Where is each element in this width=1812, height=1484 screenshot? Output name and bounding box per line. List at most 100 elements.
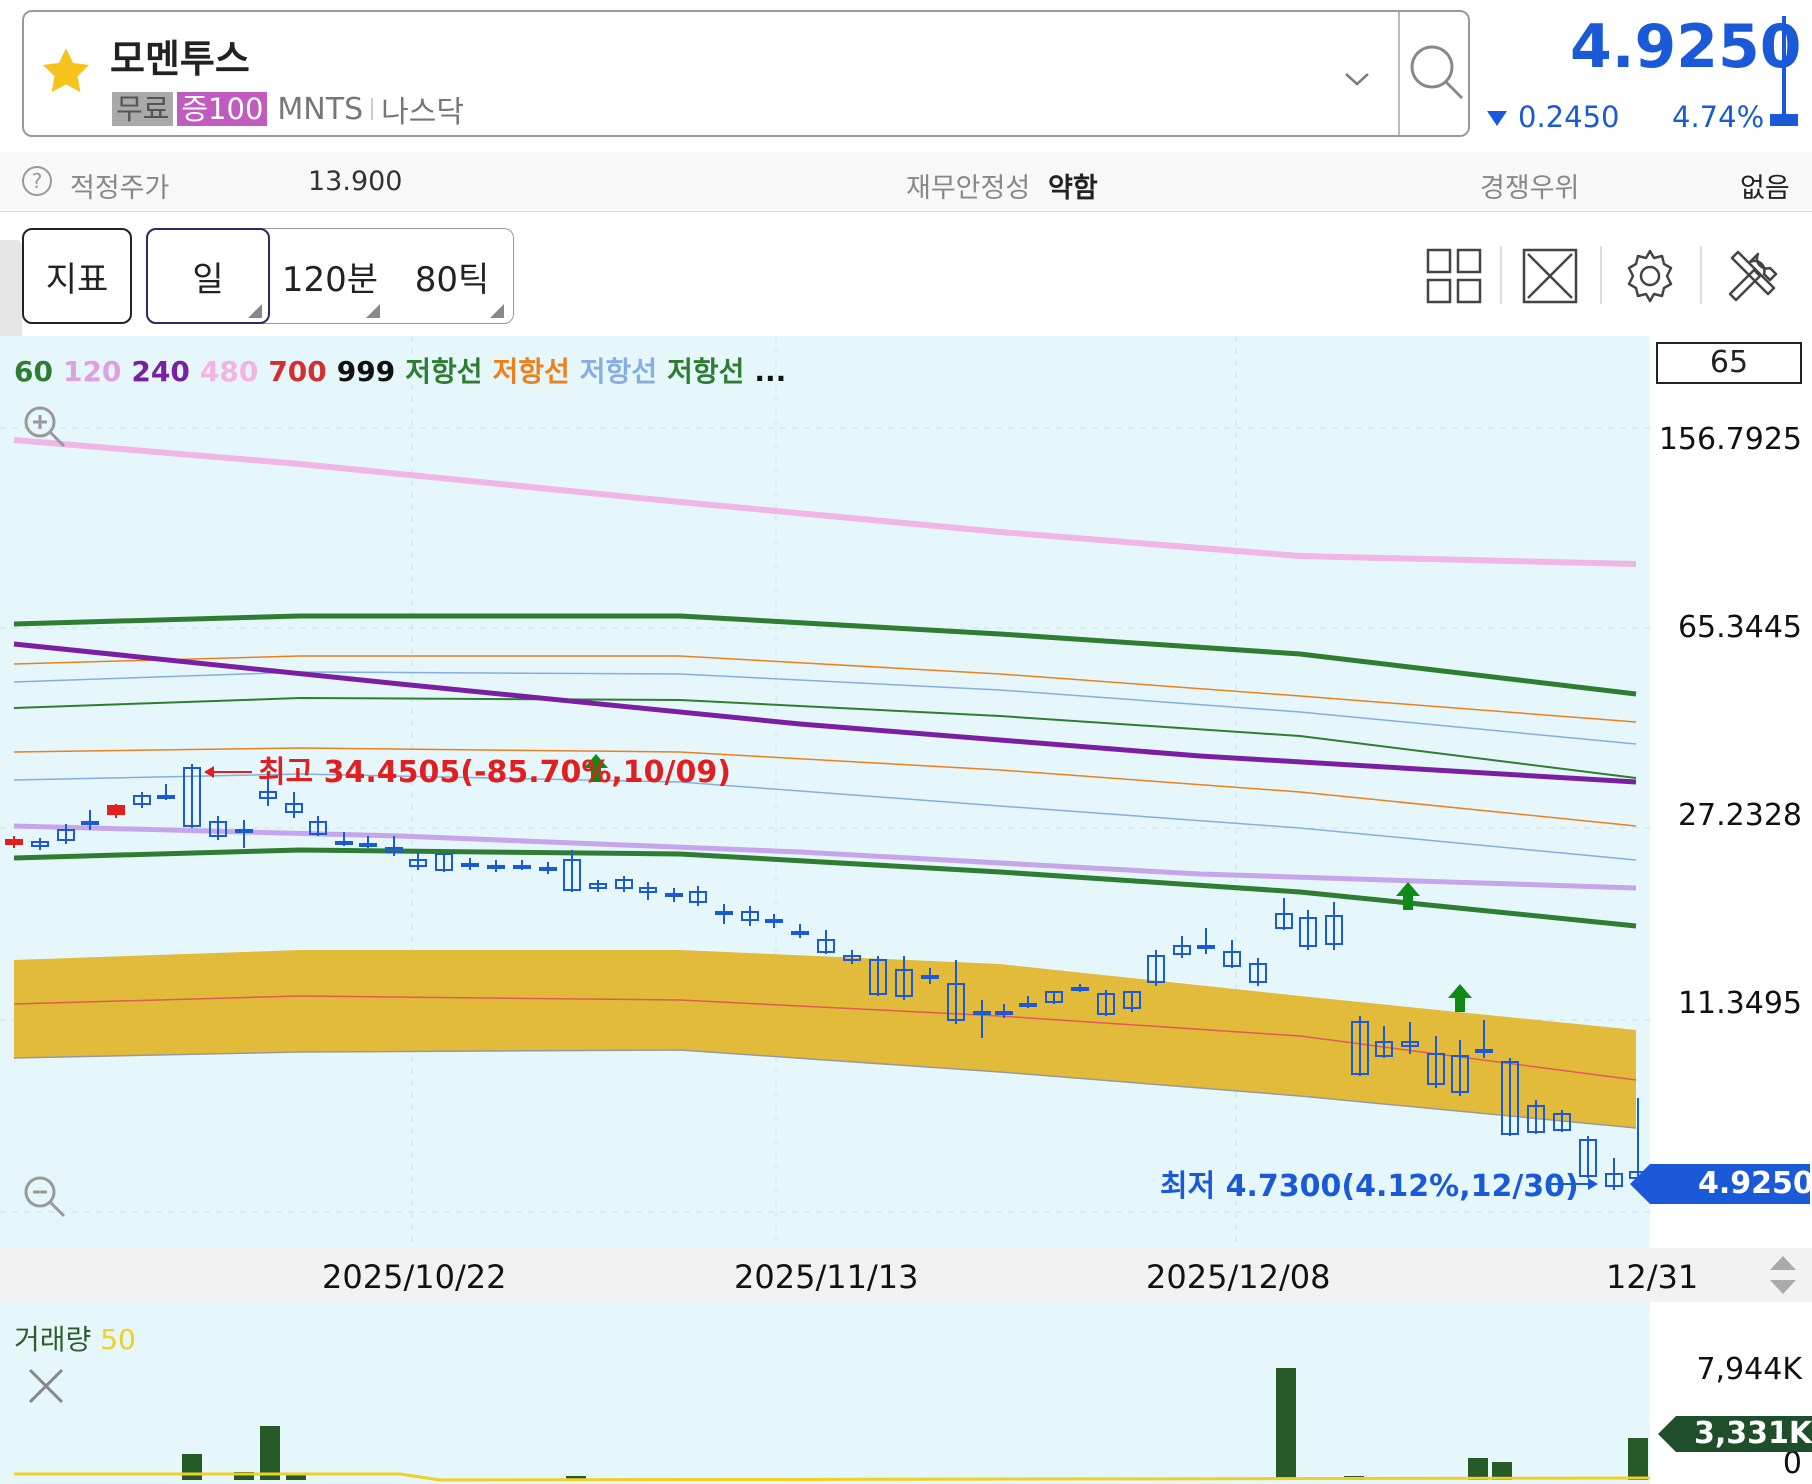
ticker-symbol: MNTS [277,91,364,127]
chevron-down-icon[interactable] [1342,70,1372,88]
ma-legend-item[interactable]: 저항선 [493,355,570,388]
candle-body [157,795,175,799]
ma-legend-item[interactable]: ... [754,355,786,388]
candle-body [995,1011,1013,1015]
divider [1600,246,1602,304]
current-price: 4.9250 [1570,12,1802,82]
close-icon[interactable] [26,1366,66,1406]
candle-body [665,893,683,897]
volume-bar [260,1426,280,1480]
ma-legend-item[interactable]: 120 [63,355,121,388]
corner-marker [248,304,262,318]
axis-value-box[interactable]: 65 [1656,342,1802,384]
free-badge: 무료 [112,92,174,126]
period-120min-button[interactable]: 120분 [280,228,380,324]
candle-body [335,841,353,845]
candle-body [81,821,99,825]
price-axis [1650,336,1812,1248]
candle-body [235,829,253,833]
candle-body [539,867,557,871]
candle-body [107,805,125,815]
volume-bar [1628,1438,1648,1480]
period-80tick-button[interactable]: 80틱 [400,228,504,324]
y-tick-label: 65.3445 [1677,610,1802,645]
x-tick-label: 2025/12/08 [1146,1258,1331,1296]
volume-legend: 거래량 50 [14,1318,136,1358]
volume-bar [182,1454,202,1480]
ma-legend-item[interactable]: 저항선 [580,355,657,388]
search-icon [1410,45,1464,100]
ma-line-60 [13,847,1637,929]
advantage-value: 없음 [1740,173,1790,204]
candle-body [487,865,505,869]
candle-body [791,931,809,935]
price-chart[interactable]: 최고 34.4505(-85.70%,10/09) 최저 4.7300(4.12%… [0,336,1650,1248]
divider [1700,246,1702,304]
candle-body [715,911,733,915]
y-tick-label: 27.2328 [1677,798,1802,833]
candle-body [359,843,377,847]
ma-legend-item[interactable]: 480 [200,355,258,388]
price-chart-canvas[interactable]: 최고 34.4505(-85.70%,10/09) 최저 4.7300(4.12%… [0,336,1650,1248]
ma-legend-item[interactable]: 240 [131,355,189,388]
resize-arrows-icon[interactable] [1766,1252,1800,1298]
high-annotation: 최고 34.4505(-85.70%,10/09) [258,755,731,790]
stock-search-box[interactable]: 모멘투스 무료 증100 MNTS 나스닥 [22,10,1470,137]
candle-body [1197,945,1215,949]
y-tick-label: 11.3495 [1677,986,1802,1021]
search-button[interactable] [1400,12,1470,135]
help-icon[interactable]: ? [22,166,52,196]
x-tick-label: 2025/10/22 [322,1258,507,1296]
volume-ma-line [14,1472,1651,1482]
corner-marker [490,304,504,318]
volume-period: 50 [100,1323,136,1356]
candle-body [921,975,939,979]
fullscreen-icon[interactable] [1520,246,1580,306]
tools-icon[interactable] [1722,246,1782,306]
candle-body [5,839,23,845]
buy-signal-arrow [1448,984,1472,1012]
x-tick-label: 2025/11/13 [734,1258,919,1296]
volume-chart-canvas [14,1368,1651,1482]
fair-price-label: 적정주가 [70,173,170,204]
exchange-name: 나스닥 [381,95,464,130]
ma-legend-item[interactable]: 저항선 [405,355,482,388]
layout-grid-icon[interactable] [1424,246,1484,306]
zoom-in-icon[interactable] [20,402,70,452]
price-level-bar [1782,16,1786,120]
candle-body [1475,1049,1493,1053]
ma-line-480 [13,437,1637,567]
ma-legend-item[interactable]: 저항선 [667,355,744,388]
candle-body [1019,1003,1037,1007]
ma-line-120 [13,823,1637,891]
gear-icon[interactable] [1620,246,1680,306]
candle-body [973,1011,991,1015]
indicator-button[interactable]: 지표 [22,228,132,324]
zoom-out-icon[interactable] [20,1172,70,1222]
volume-bar [1468,1458,1488,1480]
volume-chart[interactable] [0,1302,1651,1484]
margin-badge: 증100 [177,92,268,126]
stock-name: 모멘투스 [110,37,250,81]
candle-body [1071,987,1089,991]
divider [371,98,374,120]
ma-legend-item[interactable]: 60 [14,355,53,388]
favorite-star-icon[interactable] [38,44,94,100]
ma-legend: 60 120 240 480 700 999 저항선 저항선 저항선 저항선... [14,350,796,390]
price-change-pct: 4.74% [1672,100,1765,134]
candle-body [461,863,479,867]
volume-tick-label: 7,944K [1696,1352,1802,1387]
down-triangle-icon [1487,111,1507,126]
ma-legend-item[interactable]: 700 [268,355,326,388]
ma-legend-item[interactable]: 999 [337,355,395,388]
candle-body [513,865,531,869]
volume-label: 거래량 [14,1323,92,1356]
current-volume-tag: 3,331K [1658,1416,1812,1452]
price-level-cap [1770,114,1798,126]
fair-value-row: ? 적정주가 13.900 재무안정성 약함 경쟁우위 없음 [0,152,1812,212]
annotation-arrow [1588,1178,1598,1190]
corner-marker [366,304,380,318]
low-annotation: 최저 4.7300(4.12%,12/30) [1160,1169,1579,1204]
divider [1500,246,1502,304]
stability-value: 약함 [1048,173,1098,204]
